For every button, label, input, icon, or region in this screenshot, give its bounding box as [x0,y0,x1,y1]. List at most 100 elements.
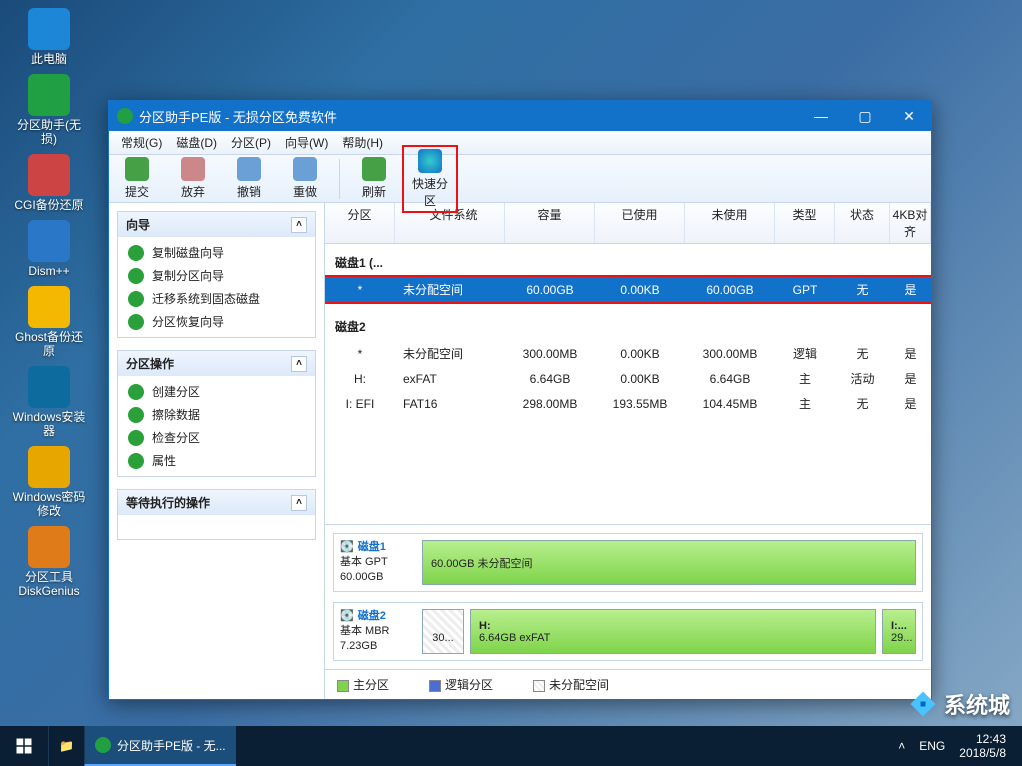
task-icon [95,737,111,753]
file-explorer-task[interactable]: 📁 [48,726,84,766]
watermark: 系统城 [908,688,1010,720]
sidebar-item[interactable]: 创建分区 [118,380,315,403]
desktop-icon[interactable]: 分区工具DiskGenius [10,526,88,598]
desktop-icon[interactable]: Windows密码修改 [10,446,88,518]
disk1-unallocated-bar[interactable]: 60.00GB 未分配空间 [422,540,916,585]
taskbar[interactable]: 📁 分区助手PE版 - 无... ˄ ENG 12:43 2018/5/8 [0,726,1022,766]
sidebar-item-label: 复制分区向导 [152,267,224,284]
pending-panel-title: 等待执行的操作 [126,494,210,511]
icon-label: Windows安装器 [10,410,88,438]
collapse-icon[interactable]: ˄ [291,495,307,511]
partition-row[interactable]: I: EFIFAT16298.00MB193.55MB104.45MB主无是 [325,391,931,416]
bullet-icon [128,453,144,469]
partition-list[interactable]: 磁盘1 (...*未分配空间60.00GB0.00KB60.00GBGPT无是磁… [325,244,931,524]
icon-label: 分区工具DiskGenius [10,570,88,598]
start-button[interactable] [0,726,48,766]
menu-item[interactable]: 分区(P) [225,132,277,153]
app-icon [28,74,70,116]
desktop-icon[interactable]: Dism++ [10,220,88,278]
bullet-icon [128,430,144,446]
sidebar-item-label: 创建分区 [152,383,200,400]
disk1-map[interactable]: 💽磁盘1 基本 GPT 60.00GB 60.00GB 未分配空间 [333,533,923,592]
sidebar-item[interactable]: 分区恢复向导 [118,310,315,333]
tray-expand-icon[interactable]: ˄ [898,739,905,753]
disk2-map[interactable]: 💽磁盘2 基本 MBR 7.23GB 30... H: 6.64GB exFAT… [333,602,923,661]
partition-row[interactable]: H:exFAT6.64GB0.00KB6.64GB主活动是 [325,366,931,391]
menu-item[interactable]: 帮助(H) [336,132,389,153]
sidebar-item[interactable]: 属性 [118,449,315,472]
menu-item[interactable]: 向导(W) [279,132,334,153]
desktop-icon[interactable]: 此电脑 [10,8,88,66]
disk-icon: 💽 [340,609,354,624]
maximize-button[interactable]: ▢ [843,101,887,131]
bullet-icon [128,291,144,307]
titlebar[interactable]: 分区助手PE版 - 无损分区免费软件 — ▢ ✕ [109,101,931,131]
ops-panel: 分区操作˄ 创建分区擦除数据检查分区属性 [117,350,316,477]
menu-item[interactable]: 常规(G) [115,132,168,153]
commit-button[interactable]: 提交 [109,157,165,200]
app-icon [117,108,133,124]
disk-header: 磁盘1 (... [325,244,931,277]
sidebar-item-label: 迁移系统到固态磁盘 [152,290,260,307]
minimize-button[interactable]: — [799,101,843,131]
desktop-icon[interactable]: Ghost备份还原 [10,286,88,358]
app-icon [28,366,70,408]
language-indicator[interactable]: ENG [919,739,945,753]
icon-label: Windows密码修改 [10,490,88,518]
disk-maps: 💽磁盘1 基本 GPT 60.00GB 60.00GB 未分配空间 💽磁盘2 基… [325,524,931,669]
partition-row[interactable]: *未分配空间60.00GB0.00KB60.00GBGPT无是 [325,277,931,302]
wizard-panel-title: 向导 [126,216,150,233]
sidebar-item[interactable]: 迁移系统到固态磁盘 [118,287,315,310]
toolbar: 提交 放弃 撤销 重做 刷新 快速分区 [109,155,931,203]
bullet-icon [128,245,144,261]
clock[interactable]: 12:43 2018/5/8 [959,732,1006,760]
pending-panel: 等待执行的操作 ˄ [117,489,316,540]
close-button[interactable]: ✕ [887,101,931,131]
sidebar-item[interactable]: 擦除数据 [118,403,315,426]
watermark-logo-icon [908,689,938,719]
app-icon [28,220,70,262]
app-icon [28,8,70,50]
icon-label: 此电脑 [10,52,88,66]
quick-partition-button[interactable]: 快速分区 [402,145,458,213]
sidebar-item[interactable]: 检查分区 [118,426,315,449]
desktop-icon[interactable]: Windows安装器 [10,366,88,438]
bullet-icon [128,314,144,330]
undo-button[interactable]: 撤销 [221,157,277,200]
desktop-icon[interactable]: 分区助手(无损) [10,74,88,146]
icon-label: Dism++ [10,264,88,278]
redo-button[interactable]: 重做 [277,157,333,200]
disk-icon: 💽 [340,540,354,555]
desktop-icon[interactable]: CGI备份还原 [10,154,88,212]
disk-header: 磁盘2 [325,308,931,341]
icon-label: CGI备份还原 [10,198,88,212]
sidebar-item[interactable]: 复制分区向导 [118,264,315,287]
collapse-icon[interactable]: ˄ [291,356,307,372]
sidebar-item-label: 分区恢复向导 [152,313,224,330]
app-icon [28,286,70,328]
discard-button[interactable]: 放弃 [165,157,221,200]
system-tray[interactable]: ˄ ENG 12:43 2018/5/8 [898,732,1022,760]
app-icon [28,154,70,196]
disk2-h-bar[interactable]: H: 6.64GB exFAT [470,609,876,654]
partition-row[interactable]: *未分配空间300.00MB0.00KB300.00MB逻辑无是 [325,341,931,366]
disk2-free-bar[interactable]: 30... [422,609,464,654]
sidebar-item-label: 擦除数据 [152,406,200,423]
refresh-button[interactable]: 刷新 [346,157,402,200]
app-icon [28,446,70,488]
icon-label: Ghost备份还原 [10,330,88,358]
main-pane: 分区 文件系统 容量 已使用 未使用 类型 状态 4KB对齐 磁盘1 (...*… [325,203,931,699]
sidebar-item-label: 属性 [152,452,176,469]
collapse-icon[interactable]: ˄ [291,217,307,233]
menu-bar: 常规(G)磁盘(D)分区(P)向导(W)帮助(H) [109,131,931,155]
sidebar-item[interactable]: 复制磁盘向导 [118,241,315,264]
bullet-icon [128,268,144,284]
sidebar: 向导˄ 复制磁盘向导复制分区向导迁移系统到固态磁盘分区恢复向导 分区操作˄ 创建… [109,203,325,699]
partition-assistant-task[interactable]: 分区助手PE版 - 无... [84,726,236,766]
disk2-efi-bar[interactable]: I:... 29... [882,609,916,654]
icon-label: 分区助手(无损) [10,118,88,146]
bullet-icon [128,407,144,423]
partition-assistant-window: 分区助手PE版 - 无损分区免费软件 — ▢ ✕ 常规(G)磁盘(D)分区(P)… [108,100,932,700]
menu-item[interactable]: 磁盘(D) [170,132,223,153]
window-title: 分区助手PE版 - 无损分区免费软件 [139,107,337,126]
